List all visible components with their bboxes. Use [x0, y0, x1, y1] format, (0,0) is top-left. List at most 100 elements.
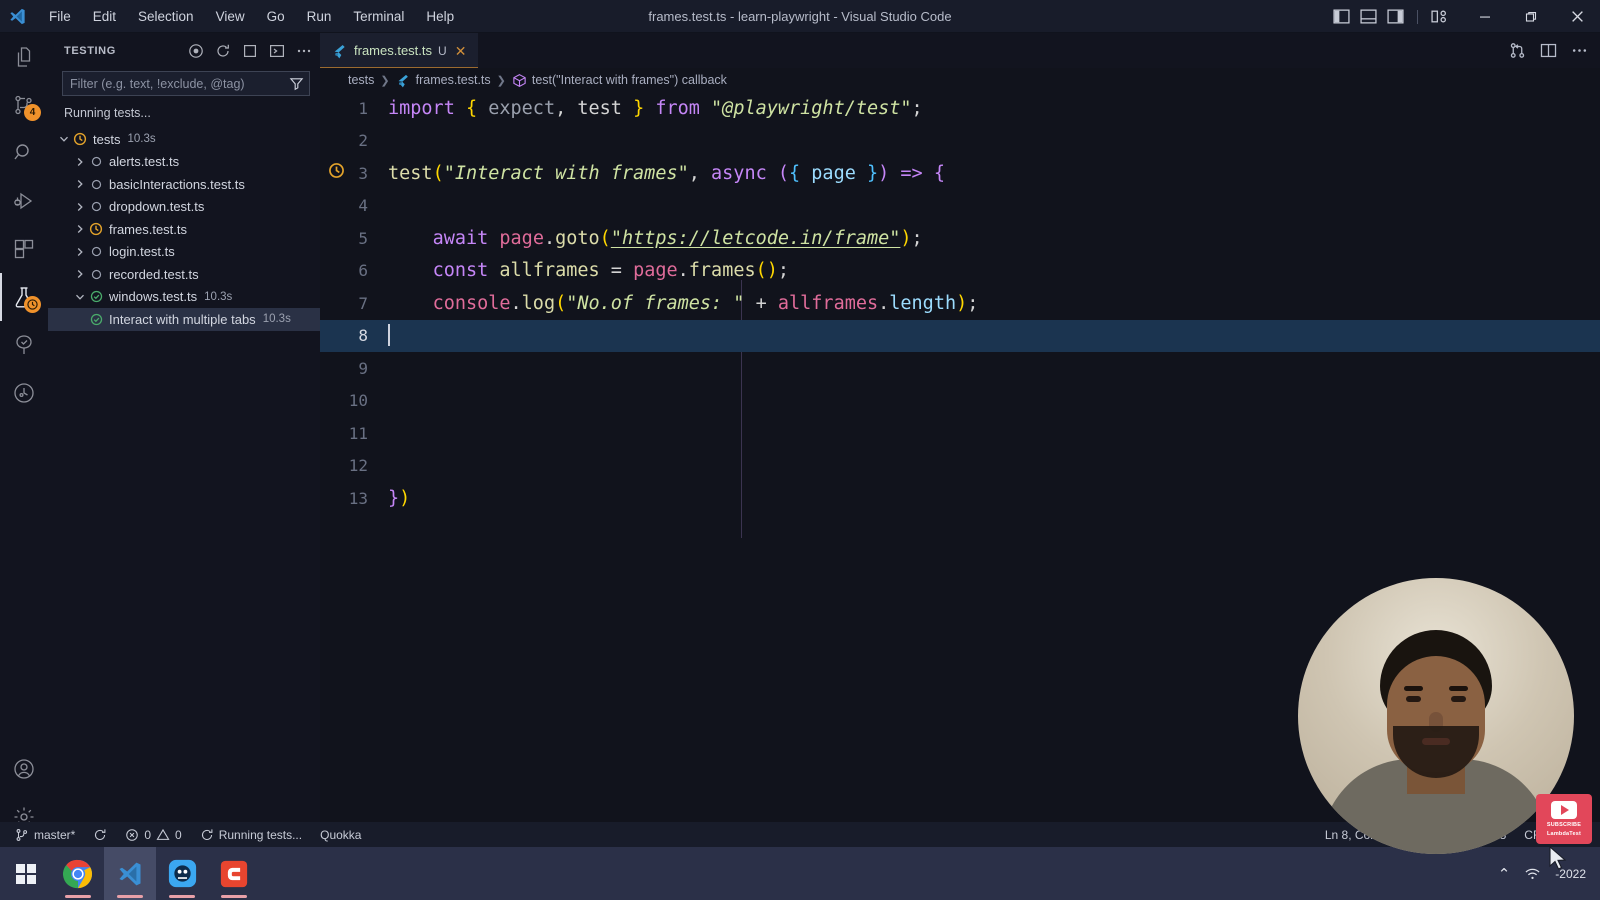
line-number: 2 — [358, 131, 368, 151]
webcam-eye-right — [1451, 696, 1466, 702]
stop-refresh-icon[interactable] — [242, 43, 258, 59]
menu-run[interactable]: Run — [296, 5, 343, 28]
activity-item-test-explorer[interactable] — [0, 321, 48, 369]
menu-selection[interactable]: Selection — [127, 5, 205, 28]
compare-changes-icon[interactable] — [1509, 42, 1526, 59]
chevron-right-icon[interactable] — [72, 156, 88, 168]
test-tree-item-interact-with-multiple-tabs[interactable]: Interact with multiple tabs 10.3s — [48, 308, 320, 331]
code-line-5[interactable]: 5 await page.goto("https://letcode.in/fr… — [320, 222, 1600, 255]
code-line-7[interactable]: 7 console.log("No.of frames: " + allfram… — [320, 287, 1600, 320]
activity-item-accounts[interactable] — [0, 745, 48, 793]
editor-more-actions-icon[interactable] — [1571, 42, 1588, 59]
code-line-8[interactable]: 8 — [320, 319, 1600, 352]
code-line-4[interactable]: 4 — [320, 190, 1600, 223]
typescript-playwright-icon — [334, 44, 345, 58]
breadcrumb-file[interactable]: frames.test.ts — [396, 73, 491, 88]
run-all-tests-icon[interactable] — [188, 43, 204, 59]
menu-edit[interactable]: Edit — [82, 5, 127, 28]
test-tree-item-alerts[interactable]: alerts.test.ts — [48, 151, 320, 174]
test-tree-item-tests[interactable]: tests 10.3s — [48, 128, 320, 151]
test-duration: 10.3s — [262, 313, 291, 326]
code-line-13[interactable]: 13 }) — [320, 482, 1600, 515]
restore-button[interactable] — [1508, 0, 1554, 33]
line-number: 1 — [358, 98, 368, 118]
taskbar-item-chrome[interactable] — [52, 847, 104, 900]
activity-item-explorer[interactable] — [0, 33, 48, 81]
taskbar-item-app-c[interactable] — [208, 847, 260, 900]
activity-item-extensions[interactable] — [0, 225, 48, 273]
editor-tab-frames[interactable]: frames.test.ts U ✕ — [320, 33, 479, 68]
menu-view[interactable]: View — [205, 5, 256, 28]
chrome-icon — [63, 859, 93, 888]
status-problems[interactable]: 0 0 — [116, 822, 190, 847]
subscribe-badge[interactable]: SUBSCRIBE LambdaTest — [1536, 794, 1592, 844]
test-tree-label: login.test.ts — [109, 244, 175, 260]
chevron-right-icon[interactable] — [72, 268, 88, 280]
activity-item-run-and-debug[interactable] — [0, 177, 48, 225]
code-line-9[interactable]: 9 — [320, 352, 1600, 385]
code-line-3[interactable]: 3 test("Interact with frames", async ({ … — [320, 157, 1600, 190]
show-output-icon[interactable] — [269, 43, 285, 59]
minimize-button[interactable] — [1462, 0, 1508, 33]
toggle-panel-icon[interactable] — [1360, 9, 1377, 24]
code-line-6[interactable]: 6 const allframes = page.frames(); — [320, 255, 1600, 288]
status-quokka[interactable]: Quokka — [311, 822, 370, 847]
test-tree-item-windows[interactable]: windows.test.ts 10.3s — [48, 286, 320, 309]
breadcrumb-folder[interactable]: tests — [348, 73, 374, 87]
chevron-down-icon[interactable] — [56, 133, 72, 145]
tray-chevron-icon[interactable]: ⌃ — [1498, 865, 1511, 883]
breadcrumb-separator-icon: ❯ — [380, 74, 390, 87]
network-icon[interactable] — [1524, 866, 1541, 881]
status-sync-changes[interactable] — [84, 822, 116, 847]
status-git-branch[interactable]: master* — [6, 822, 84, 847]
windows-taskbar: ⌃ -2022 — [0, 847, 1600, 900]
menu-terminal[interactable]: Terminal — [342, 5, 415, 28]
customize-layout-icon[interactable] — [1431, 9, 1448, 24]
windows-icon — [16, 863, 36, 884]
chevron-right-icon[interactable] — [72, 178, 88, 190]
test-run-status: Running tests... — [64, 106, 151, 120]
test-tree-item-recorded[interactable]: recorded.test.ts — [48, 263, 320, 286]
status-test-run[interactable]: Running tests... — [191, 822, 311, 847]
source-control-icon — [16, 828, 28, 841]
youtube-play-icon — [1551, 801, 1577, 819]
test-tree-item-login[interactable]: login.test.ts — [48, 241, 320, 264]
chevron-right-icon[interactable] — [72, 201, 88, 213]
test-tree-item-frames[interactable]: frames.test.ts — [48, 218, 320, 241]
editor-tabs: frames.test.ts U ✕ — [320, 33, 1600, 68]
menu-go[interactable]: Go — [256, 5, 296, 28]
taskbar-item-app-blue[interactable] — [156, 847, 208, 900]
filter-input[interactable]: Filter (e.g. text, !exclude, @tag) — [62, 71, 310, 96]
activity-item-timeline[interactable] — [0, 369, 48, 417]
start-button[interactable] — [0, 847, 52, 900]
filter-icon[interactable] — [289, 76, 304, 91]
chevron-right-icon[interactable] — [72, 223, 88, 235]
menu-help[interactable]: Help — [415, 5, 465, 28]
test-tree-item-basicinteractions[interactable]: basicInteractions.test.ts — [48, 173, 320, 196]
editor-tab-close-icon[interactable]: ✕ — [453, 44, 469, 58]
code-line-12[interactable]: 12 — [320, 450, 1600, 483]
toggle-secondary-sidebar-icon[interactable] — [1387, 9, 1404, 24]
toggle-primary-sidebar-icon[interactable] — [1333, 9, 1350, 24]
webcam-face — [1387, 656, 1485, 778]
split-editor-icon[interactable] — [1540, 42, 1557, 59]
close-button[interactable] — [1554, 0, 1600, 33]
test-running-gutter-icon[interactable] — [328, 162, 345, 184]
menu-file[interactable]: File — [38, 5, 82, 28]
chevron-right-icon[interactable] — [72, 246, 88, 258]
activity-item-search[interactable] — [0, 129, 48, 177]
more-actions-icon[interactable] — [296, 43, 312, 59]
code-line-2[interactable]: 2 — [320, 125, 1600, 158]
test-tree-item-dropdown[interactable]: dropdown.test.ts — [48, 196, 320, 219]
code-line-10[interactable]: 10 — [320, 385, 1600, 418]
code-line-11[interactable]: 11 — [320, 417, 1600, 450]
activity-item-source-control[interactable]: 4 — [0, 81, 48, 129]
taskbar-item-vscode[interactable] — [104, 847, 156, 900]
code-line-1[interactable]: 1 import { expect, test } from "@playwri… — [320, 92, 1600, 125]
activity-item-testing[interactable] — [0, 273, 48, 321]
chevron-down-icon[interactable] — [72, 291, 88, 303]
test-duration: 10.3s — [127, 133, 156, 146]
breadcrumb-symbol[interactable]: test("Interact with frames") callback — [512, 73, 727, 88]
refresh-tests-icon[interactable] — [215, 43, 231, 59]
line-number: 5 — [358, 228, 368, 248]
